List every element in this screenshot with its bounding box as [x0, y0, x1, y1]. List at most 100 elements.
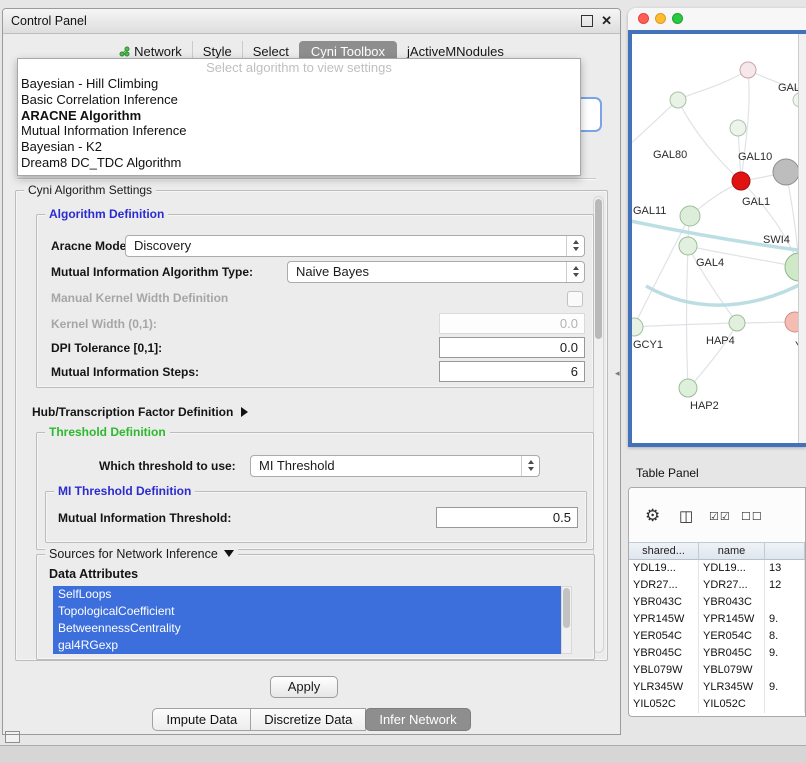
mi-type-select[interactable]: Naive Bayes	[287, 261, 585, 283]
mi-threshold-input[interactable]: 0.5	[436, 507, 578, 528]
float-window-icon[interactable]	[581, 15, 593, 27]
settings-scrollbar-thumb[interactable]	[595, 199, 602, 339]
cell: YPR145W	[699, 611, 765, 628]
table-panel-window: ⚙ ◫ ☑☑ ☐☐ shared... name YDL19...YDL19..…	[628, 487, 806, 717]
column-header-extra[interactable]	[765, 542, 805, 560]
dropdown-item-dream8[interactable]: Dream8 DC_TDC Algorithm	[18, 155, 580, 171]
cell: 9.	[765, 679, 805, 696]
collapsed-arrow-icon	[241, 407, 248, 417]
window-title: Control Panel	[11, 9, 87, 33]
dpi-tolerance-input[interactable]: 0.0	[439, 337, 585, 358]
attribute-item-betweennesscentrality[interactable]: BetweennessCentrality	[53, 620, 561, 637]
panel-splitter-handle[interactable]: ◂	[615, 366, 623, 380]
zoom-traffic-light[interactable]	[672, 13, 683, 24]
tab-discretize-data[interactable]: Discretize Data	[250, 708, 366, 731]
attributes-scrollbar[interactable]	[561, 586, 572, 654]
close-icon[interactable]: ✕	[601, 9, 612, 33]
control-panel-window: Control Panel ✕ Network Style Select Cyn…	[2, 8, 621, 735]
deselect-all-icon[interactable]: ☐☐	[741, 510, 763, 523]
tab-network-label: Network	[134, 44, 182, 59]
mi-threshold-label: Mutual Information Threshold:	[58, 507, 231, 529]
cell: YDL19...	[629, 560, 699, 577]
gear-icon[interactable]: ⚙	[645, 506, 660, 526]
kernel-width-label: Kernel Width (0,1):	[51, 313, 157, 335]
table-row[interactable]: YBR043CYBR043C	[629, 594, 805, 611]
mi-type-value: Naive Bayes	[296, 264, 369, 279]
control-panel-titlebar[interactable]: Control Panel ✕	[3, 9, 620, 34]
dropdown-item-aracne[interactable]: ARACNE Algorithm	[18, 108, 580, 124]
cell: YIL052C	[699, 696, 765, 713]
node-hap4[interactable]	[729, 315, 745, 331]
network-window-titlebar[interactable]	[628, 8, 806, 30]
node-pale-green[interactable]	[670, 92, 686, 108]
manual-kernel-checkbox[interactable]	[567, 291, 583, 307]
node-gal4[interactable]	[679, 237, 697, 255]
table-row[interactable]: YBR045CYBR045C9.	[629, 645, 805, 662]
node-gal11[interactable]	[680, 206, 700, 226]
attribute-item-selfloops[interactable]: SelfLoops	[53, 586, 561, 603]
node-pale-pink[interactable]	[740, 62, 756, 78]
cell: YPR145W	[629, 611, 699, 628]
attributes-scrollbar-thumb[interactable]	[563, 588, 570, 628]
node-gray-hub[interactable]	[773, 159, 799, 185]
mi-steps-input[interactable]: 6	[439, 361, 585, 382]
node-label-gal1: GAL1	[742, 196, 770, 208]
which-threshold-select[interactable]: MI Threshold	[250, 455, 540, 477]
table-row[interactable]: YPR145WYPR145W9.	[629, 611, 805, 628]
cell: YBL079W	[629, 662, 699, 679]
mi-type-label: Mutual Information Algorithm Type:	[51, 261, 253, 283]
cell	[765, 594, 805, 611]
cell: 9.	[765, 611, 805, 628]
tab-cyni-toolbox-label: Cyni Toolbox	[311, 44, 385, 59]
combo-stepper-icon	[521, 456, 539, 476]
algorithm-definition-group: Algorithm Definition Aracne Mode: Discov…	[36, 214, 594, 388]
table-row[interactable]: YBL079WYBL079W	[629, 662, 805, 679]
algorithm-definition-title: Algorithm Definition	[45, 207, 168, 221]
minimized-panel-icon[interactable]	[5, 731, 20, 743]
tab-impute-data[interactable]: Impute Data	[152, 708, 251, 731]
network-canvas[interactable]: GAL80 GAL10 GAL11 GAL1 SWI4 GAL4 GCY1 HA…	[632, 34, 806, 443]
tab-select-label: Select	[253, 44, 289, 59]
settings-group-title: Cyni Algorithm Settings	[24, 183, 156, 197]
data-attributes-list: SelfLoops TopologicalCoefficient Between…	[53, 586, 561, 654]
table-row[interactable]: YDR27...YDR27...12	[629, 577, 805, 594]
tab-infer-network[interactable]: Infer Network	[365, 708, 470, 731]
aracne-mode-value: Discovery	[134, 238, 191, 253]
threshold-definition-title: Threshold Definition	[45, 425, 170, 439]
apply-button[interactable]: Apply	[270, 676, 338, 698]
select-all-icon[interactable]: ☑☑	[709, 510, 731, 523]
node-gal10-red[interactable]	[732, 172, 750, 190]
close-traffic-light[interactable]	[638, 13, 649, 24]
table-row[interactable]: YER054CYER054C8.	[629, 628, 805, 645]
aracne-mode-label: Aracne Mode:	[51, 235, 130, 257]
dropdown-item-bayesian-hill-climbing[interactable]: Bayesian - Hill Climbing	[18, 76, 580, 92]
cell: YDR27...	[629, 577, 699, 594]
column-header-name[interactable]: name	[699, 542, 765, 560]
minimize-traffic-light[interactable]	[655, 13, 666, 24]
table-row[interactable]: YIL052CYIL052C	[629, 696, 805, 713]
kernel-width-input[interactable]: 0.0	[439, 313, 585, 334]
attribute-item-gal4rgexp[interactable]: gal4RGexp	[53, 637, 561, 654]
dropdown-item-mutual-information[interactable]: Mutual Information Inference	[18, 123, 580, 139]
aracne-mode-select[interactable]: Discovery	[125, 235, 585, 257]
node-label-hap4: HAP4	[706, 335, 735, 347]
node-label-gal80: GAL80	[653, 149, 687, 161]
network-icon	[119, 46, 130, 57]
node-gcy1[interactable]	[632, 318, 643, 336]
hub-definition-toggle[interactable]: Hub/Transcription Factor Definition	[32, 401, 248, 423]
table-row[interactable]: YLR345WYLR345W9.	[629, 679, 805, 696]
columns-icon[interactable]: ◫	[679, 507, 693, 525]
cell: YBR043C	[699, 594, 765, 611]
cell: YER054C	[699, 628, 765, 645]
sources-group-title[interactable]: Sources for Network Inference	[45, 547, 238, 561]
column-header-shared[interactable]: shared...	[629, 542, 699, 560]
dropdown-item-basic-correlation[interactable]: Basic Correlation Inference	[18, 92, 580, 108]
cell: YBL079W	[699, 662, 765, 679]
attribute-item-topologicalcoefficient[interactable]: TopologicalCoefficient	[53, 603, 561, 620]
node-hap2[interactable]	[679, 379, 697, 397]
table-row[interactable]: YDL19...YDL19...13	[629, 560, 805, 577]
node-pale-green[interactable]	[730, 120, 746, 136]
table-toolbar: ⚙ ◫ ☑☑ ☐☐	[629, 488, 805, 542]
network-scrollbar[interactable]	[798, 34, 806, 443]
dropdown-item-bayesian-k2[interactable]: Bayesian - K2	[18, 139, 580, 155]
